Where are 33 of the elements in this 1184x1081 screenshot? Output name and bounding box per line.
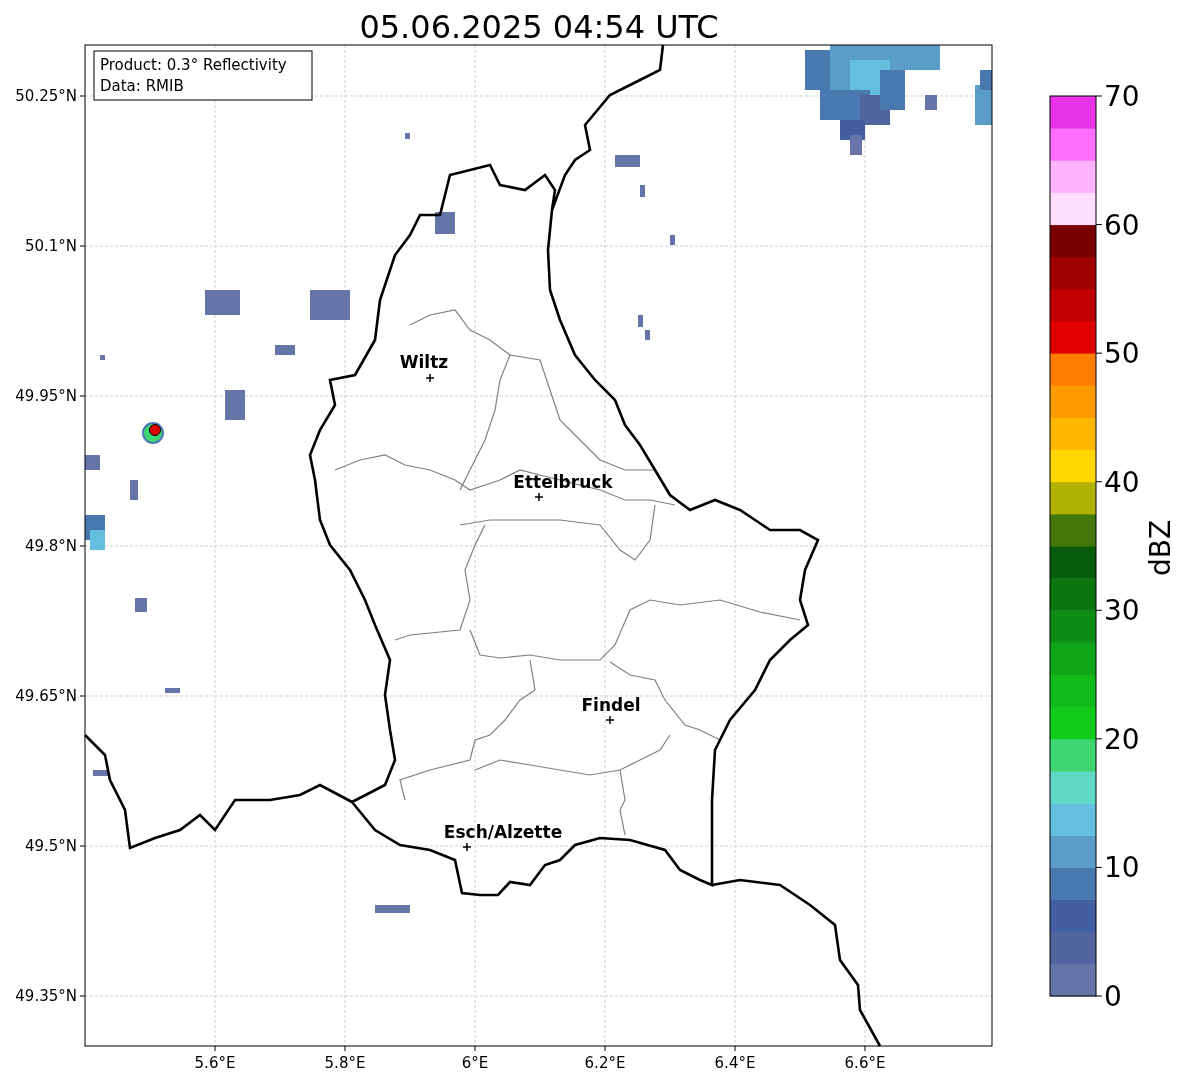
latitude-label: 49.8°N [24, 537, 77, 555]
latitude-label: 49.95°N [15, 387, 77, 405]
colorbar-tick-label: 50 [1104, 337, 1140, 371]
colorbar-tick-label: 70 [1104, 80, 1140, 113]
city-label: Wiltz [399, 352, 449, 372]
longitude-label: 6.6°E [844, 1054, 886, 1072]
latitude-label: 49.35°N [15, 987, 77, 1005]
longitude-label: 5.6°E [194, 1054, 236, 1072]
city-label: Ettelbruck [513, 472, 613, 492]
colorbar-label: dBZ [1144, 519, 1177, 577]
latitude-label: 50.1°N [24, 237, 77, 255]
colorbar-tick-label: 60 [1104, 208, 1140, 242]
plus-marker-icon [462, 842, 472, 852]
colorbar-tick-label: 20 [1104, 722, 1140, 756]
latitude-label: 49.65°N [15, 687, 77, 705]
latitude-label: 50.25°N [15, 87, 77, 105]
colorbar-tick-label: 10 [1104, 851, 1140, 885]
city-label: Findel [581, 695, 641, 715]
colorbar-tick-label: 0 [1104, 980, 1122, 1013]
latitude-label: 49.5°N [24, 837, 77, 855]
colorbar-tick-label: 40 [1104, 465, 1140, 499]
longitude-label: 6.4°E [714, 1054, 756, 1072]
map-title: 05.06.2025 04:54 UTC [359, 8, 719, 46]
longitude-label: 6°E [461, 1054, 489, 1072]
plus-marker-icon [534, 492, 544, 502]
info-text: Product: 0.3° Reflectivity [100, 56, 287, 74]
colorbar-tick-label: 30 [1104, 594, 1140, 628]
longitude-label: 5.8°E [324, 1054, 366, 1072]
plus-marker-icon [605, 715, 615, 725]
longitude-label: 6.2°E [584, 1054, 626, 1072]
plus-marker-icon [425, 373, 435, 383]
city-label: Esch/Alzette [443, 822, 563, 842]
info-text: Data: RMIB [100, 77, 184, 95]
